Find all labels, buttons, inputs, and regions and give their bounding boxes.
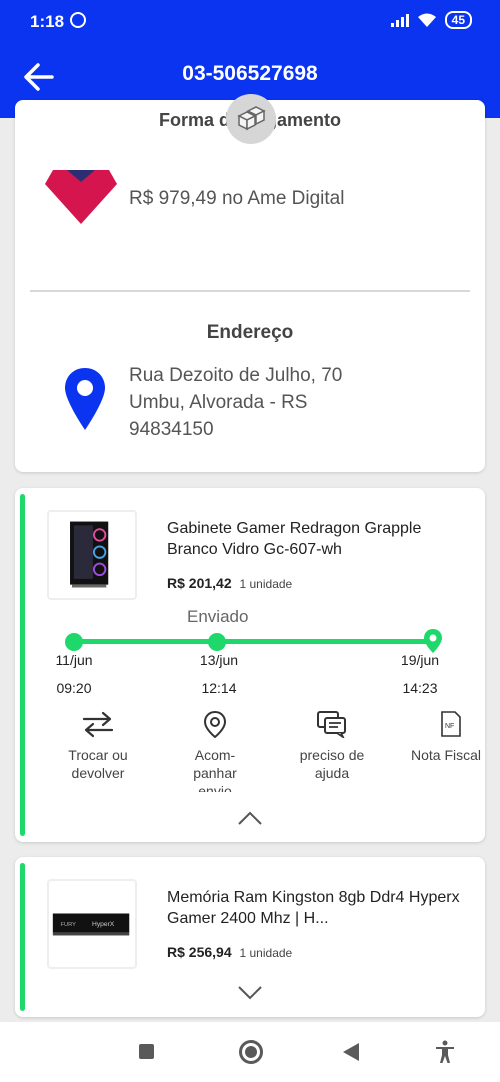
price-row: R$ 201,42 1 unidade — [167, 575, 292, 591]
timeline-time: 09:20 — [56, 680, 92, 696]
home-button[interactable] — [239, 1040, 263, 1064]
address-block: Rua Dezoito de Julho, 70 Umbu, Alvorada … — [129, 362, 342, 443]
address-heading: Endereço — [206, 322, 294, 343]
status-bar-indicator — [20, 863, 25, 1011]
track-pin-icon — [203, 710, 227, 738]
timeline-date: 13/jun — [199, 652, 239, 668]
chat-icon — [317, 711, 346, 738]
alarm-icon — [70, 12, 86, 28]
status-time: 1:18 — [30, 12, 65, 31]
product-quantity: 1 unidade — [239, 946, 293, 960]
order-item-card: FURY HyperX Memória Ram Kingston 8gb Ddr… — [15, 857, 485, 1017]
order-number-title: 03-506527698 — [182, 62, 318, 85]
recents-button[interactable] — [139, 1044, 154, 1059]
box-icon — [226, 94, 276, 144]
tracking-step-dot — [65, 633, 83, 651]
invoice-icon: NF — [441, 711, 461, 737]
order-details-card: Forma de pagamento R$ 979,49 no Ame Digi… — [15, 100, 485, 472]
exchange-return-button[interactable]: Trocar ou devolver — [43, 710, 153, 782]
timeline-time: 14:23 — [402, 680, 438, 696]
product-quantity: 1 unidade — [239, 577, 293, 591]
price-row: R$ 256,94 1 unidade — [167, 944, 292, 960]
product-price: R$ 201,42 — [167, 575, 232, 591]
timeline-date: 11/jun — [55, 652, 93, 668]
status-bar-indicator — [20, 494, 25, 836]
destination-pin-icon — [424, 629, 442, 653]
tracking-step-dot — [208, 633, 226, 651]
svg-text:FURY: FURY — [60, 922, 76, 928]
wifi-icon — [417, 13, 436, 27]
divider — [30, 290, 470, 292]
timeline-date: 19/jun — [400, 652, 440, 668]
product-image-ram[interactable]: FURY HyperX — [47, 879, 137, 969]
product-price: R$ 256,94 — [167, 944, 232, 960]
accessibility-icon[interactable] — [434, 1040, 456, 1064]
address-street: Rua Dezoito de Julho, 70 — [129, 365, 343, 386]
battery-icon: 45 — [444, 11, 472, 29]
payment-method-text: R$ 979,49 no Ame Digital — [129, 188, 345, 209]
product-image-case[interactable] — [47, 510, 137, 600]
invoice-button[interactable]: NF Nota Fiscal — [394, 710, 485, 764]
signal-icon — [390, 13, 409, 27]
product-title[interactable]: Gabinete Gamer Redragon Grapple Branco V… — [167, 518, 467, 560]
back-triangle-icon[interactable] — [342, 1042, 360, 1062]
svg-text:HyperX: HyperX — [92, 921, 115, 928]
system-nav-bar — [0, 1022, 500, 1082]
address-city: Umbu, Alvorada - RS — [129, 392, 308, 413]
tracking-line — [75, 639, 433, 644]
shipping-status: Enviado — [187, 607, 249, 626]
ame-logo — [45, 170, 117, 224]
product-title[interactable]: Memória Ram Kingston 8gb Ddr4 Hyperx Gam… — [167, 887, 467, 929]
timeline-time: 12:14 — [201, 680, 237, 696]
order-item-card: Gabinete Gamer Redragon Grapple Branco V… — [15, 488, 485, 842]
chevron-up-icon[interactable] — [237, 810, 263, 826]
help-button[interactable]: preciso de ajuda — [277, 710, 387, 782]
address-zip: 94834150 — [129, 419, 214, 440]
status-icons: 45 — [390, 11, 472, 29]
status-bar: 1:18 45 — [0, 0, 500, 38]
swap-arrows-icon — [82, 711, 114, 738]
track-shipment-button[interactable]: Acom- panhar envio — [160, 710, 270, 792]
chevron-down-icon[interactable] — [237, 984, 263, 1000]
svg-text:NF: NF — [445, 723, 454, 730]
location-pin-icon — [65, 368, 105, 430]
